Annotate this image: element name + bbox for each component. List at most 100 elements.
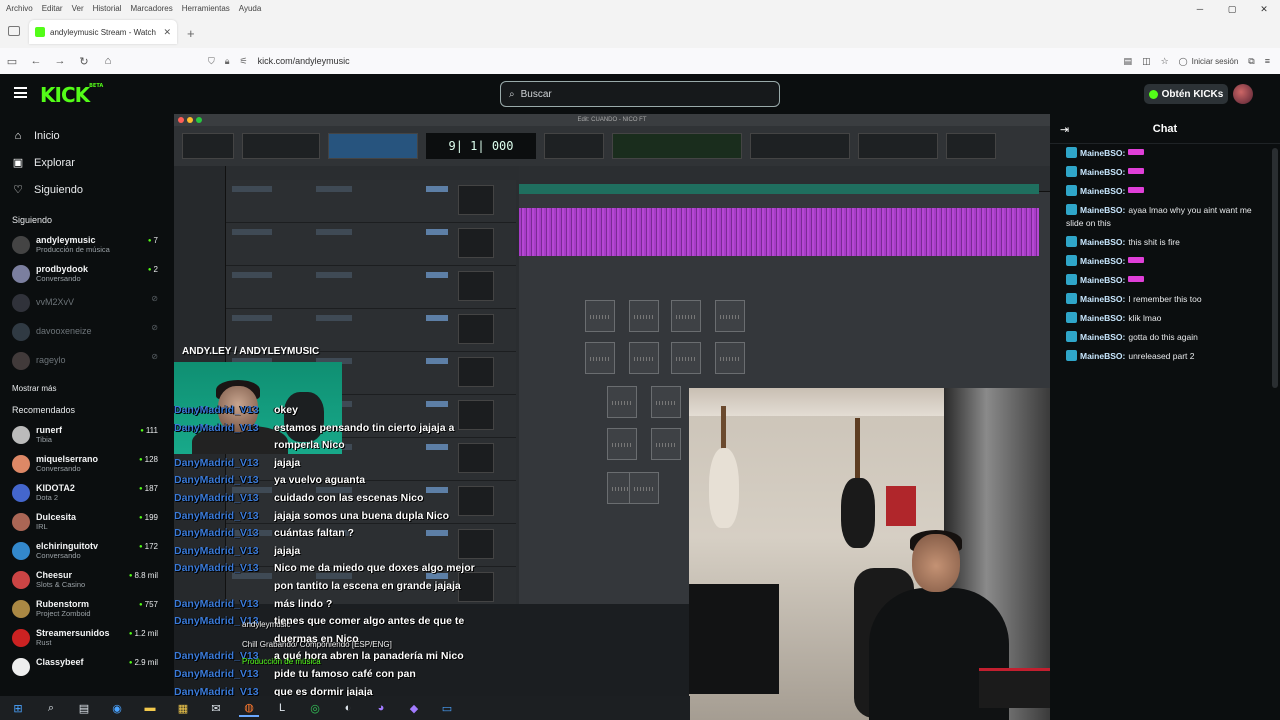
url-text[interactable]: kick.com/andyleymusic bbox=[258, 56, 350, 66]
channel-item[interactable]: davooxeneize ⊘ bbox=[0, 318, 174, 347]
tab-list-icon[interactable] bbox=[8, 26, 20, 36]
overlay-chat-username: DanyMadrid_V13 bbox=[174, 527, 259, 540]
following-list: andyleymusicProducción de música7prodbyd… bbox=[0, 231, 174, 376]
pocket-icon[interactable]: ◫ bbox=[1142, 56, 1151, 67]
menu-icon[interactable]: ≡ bbox=[1265, 56, 1270, 66]
menu-item-herramientas[interactable]: Herramientas bbox=[182, 4, 230, 13]
chat-message: MaineBSO: bbox=[1050, 144, 1280, 163]
forward-icon[interactable]: → bbox=[48, 55, 72, 67]
bookmark-star-icon[interactable]: ☆ bbox=[1161, 56, 1169, 67]
channel-category: Producción de música bbox=[36, 245, 110, 254]
sidebar-item-inicio[interactable]: ⌂ Inicio bbox=[0, 122, 174, 149]
back-icon[interactable]: ← bbox=[24, 55, 48, 67]
login-button[interactable]: ◯ Iniciar sesión bbox=[1179, 57, 1239, 66]
reader-view-icon[interactable]: ▤ bbox=[1124, 56, 1133, 67]
channel-item[interactable]: KIDOTA2Dota 2187 bbox=[0, 479, 174, 508]
menu-item-historial[interactable]: Historial bbox=[93, 4, 122, 13]
channel-item[interactable]: prodbydookConversando2 bbox=[0, 260, 174, 289]
home-icon[interactable]: ⌂ bbox=[96, 55, 120, 67]
channel-item[interactable]: DulcesitaIRL199 bbox=[0, 508, 174, 537]
windows-taskbar: ⊞ ⌕ ▤ ◉ ▬ ▦ ✉ ◍ L ◎ ◐ ◕ ◆ ▭ bbox=[0, 696, 690, 720]
channel-category: Project Zomboid bbox=[36, 609, 91, 618]
channel-item[interactable]: RubenstormProject Zomboid757 bbox=[0, 595, 174, 624]
chat-panel: ⇥ Chat MaineBSO: MaineBSO: MaineBSO: MaineB… bbox=[1050, 114, 1280, 720]
kick-header: KICKBETA ⌕ Buscar Obtén KICKs bbox=[0, 74, 1280, 114]
overlay-chat-text: tienes que comer algo antes de que te bbox=[274, 615, 465, 628]
chat-username[interactable]: MaineBSO: bbox=[1080, 237, 1125, 247]
edge-icon[interactable]: ◉ bbox=[107, 699, 127, 717]
channel-item[interactable]: miquelserranoConversando128 bbox=[0, 450, 174, 479]
overlay-chat-message: DanyMadrid_V13 a qué hora abren la panade… bbox=[174, 650, 594, 664]
sidebar-toggle-icon[interactable]: ▭ bbox=[0, 55, 24, 68]
extensions-icon[interactable]: ⧉ bbox=[1248, 56, 1254, 67]
address-bar[interactable]: ⛉ 🔒︎ ⚟ kick.com/andyleymusic bbox=[200, 51, 1080, 71]
firefox-icon[interactable]: ◍ bbox=[239, 699, 259, 717]
chat-username[interactable]: MaineBSO: bbox=[1080, 148, 1125, 158]
mail-icon[interactable]: ✉ bbox=[206, 699, 226, 717]
chat-message: MaineBSO: unreleased part 2 bbox=[1050, 347, 1280, 366]
search-input[interactable]: ⌕ Buscar bbox=[500, 81, 780, 107]
kick-logo[interactable]: KICKBETA bbox=[40, 83, 103, 107]
sidebar-item-siguiendo[interactable]: ♡ Siguiendo bbox=[0, 176, 174, 203]
sidebar-item-label: Inicio bbox=[34, 129, 60, 142]
new-tab-icon[interactable]: + bbox=[187, 26, 195, 41]
subscriber-badge-icon bbox=[1066, 147, 1077, 158]
sidebar-item-explorar[interactable]: ▣ Explorar bbox=[0, 149, 174, 176]
shield-icon[interactable]: ⛉ bbox=[208, 56, 215, 67]
channel-item[interactable]: elchiringuitotvConversando172 bbox=[0, 537, 174, 566]
channel-item[interactable]: CheesurSlots & Casino8.8 mil bbox=[0, 566, 174, 595]
overlay-chat-text: romperla Nico bbox=[274, 439, 345, 452]
chat-username[interactable]: MaineBSO: bbox=[1080, 167, 1125, 177]
live-icon[interactable]: L bbox=[272, 699, 292, 717]
overlay-chat-text: pide tu famoso café con pan bbox=[274, 668, 416, 680]
compass-icon: ▣ bbox=[12, 157, 24, 169]
channel-item[interactable]: rageylo ⊘ bbox=[0, 347, 174, 376]
tab-close-icon[interactable]: ✕ bbox=[163, 27, 171, 38]
store-icon[interactable]: ▦ bbox=[173, 699, 193, 717]
chat-username[interactable]: MaineBSO: bbox=[1080, 313, 1125, 323]
emote-icon bbox=[1128, 149, 1145, 155]
reload-icon[interactable]: ↻ bbox=[72, 55, 96, 68]
menu-item-editar[interactable]: Editar bbox=[42, 4, 63, 13]
chrome-icon[interactable]: ◎ bbox=[305, 699, 325, 717]
chat-username[interactable]: MaineBSO: bbox=[1080, 351, 1125, 361]
get-kicks-button[interactable]: Obtén KICKs bbox=[1144, 84, 1228, 104]
task-view-icon[interactable]: ▤ bbox=[74, 699, 94, 717]
sidebar-nav: ⌂ Inicio ▣ Explorar ♡ Siguiendo bbox=[0, 114, 174, 203]
channel-item[interactable]: Classybeef2.9 mil bbox=[0, 653, 174, 682]
chat-username[interactable]: MaineBSO: bbox=[1080, 186, 1125, 196]
menu-item-marcadores[interactable]: Marcadores bbox=[131, 4, 173, 13]
folder-icon[interactable]: ▬ bbox=[140, 699, 160, 717]
browser-navbar: ▭ ← → ↻ ⌂ ⛉ 🔒︎ ⚟ kick.com/andyleymusic ▤… bbox=[0, 48, 1280, 74]
chat-username[interactable]: MaineBSO: bbox=[1080, 256, 1125, 266]
hamburger-menu-icon[interactable] bbox=[14, 87, 27, 98]
chat-username[interactable]: MaineBSO: bbox=[1080, 275, 1125, 285]
chat-username[interactable]: MaineBSO: bbox=[1080, 332, 1125, 342]
menu-item-archivo[interactable]: Archivo bbox=[6, 4, 33, 13]
overlay-chat-text: ya vuelvo aguanta bbox=[274, 474, 366, 487]
channel-item[interactable]: andyleymusicProducción de música7 bbox=[0, 231, 174, 260]
browser-tab[interactable]: andyleymusic Stream - Watch L ✕ bbox=[29, 20, 177, 44]
show-more-link[interactable]: Mostrar más bbox=[0, 376, 174, 401]
channel-item[interactable]: runerfTibia111 bbox=[0, 421, 174, 450]
obs-icon[interactable]: ◐ bbox=[338, 699, 358, 717]
recommended-list: runerfTibia111miquelserranoConversando12… bbox=[0, 421, 174, 682]
lock-icon[interactable]: 🔒︎ bbox=[225, 56, 230, 67]
channel-item[interactable]: StreamersunidosRust1.2 mil bbox=[0, 624, 174, 653]
channel-avatar bbox=[12, 513, 30, 531]
permissions-icon[interactable]: ⚟ bbox=[240, 56, 248, 67]
overlay-chat-message: DanyMadrid_V13 pide tu famoso café con pa… bbox=[174, 668, 594, 682]
channel-item[interactable]: vvM2XvV ⊘ bbox=[0, 289, 174, 318]
menu-item-ayuda[interactable]: Ayuda bbox=[239, 4, 262, 13]
chat-username[interactable]: MaineBSO: bbox=[1080, 294, 1125, 304]
search-icon[interactable]: ⌕ bbox=[41, 699, 61, 717]
discord-icon[interactable]: ◕ bbox=[371, 699, 391, 717]
chat-username[interactable]: MaineBSO: bbox=[1080, 205, 1125, 215]
windows-start-icon[interactable]: ⊞ bbox=[8, 699, 28, 717]
overlay-chat-text: jajaja bbox=[274, 544, 301, 557]
video-player[interactable]: Edit: CUANDO - NICO FT 9| 1| 000 ANDY.LE… bbox=[174, 114, 1050, 720]
app-icon[interactable]: ◆ bbox=[404, 699, 424, 717]
monitor-icon[interactable]: ▭ bbox=[437, 699, 457, 717]
user-avatar[interactable] bbox=[1233, 84, 1253, 104]
menu-item-ver[interactable]: Ver bbox=[72, 4, 84, 13]
